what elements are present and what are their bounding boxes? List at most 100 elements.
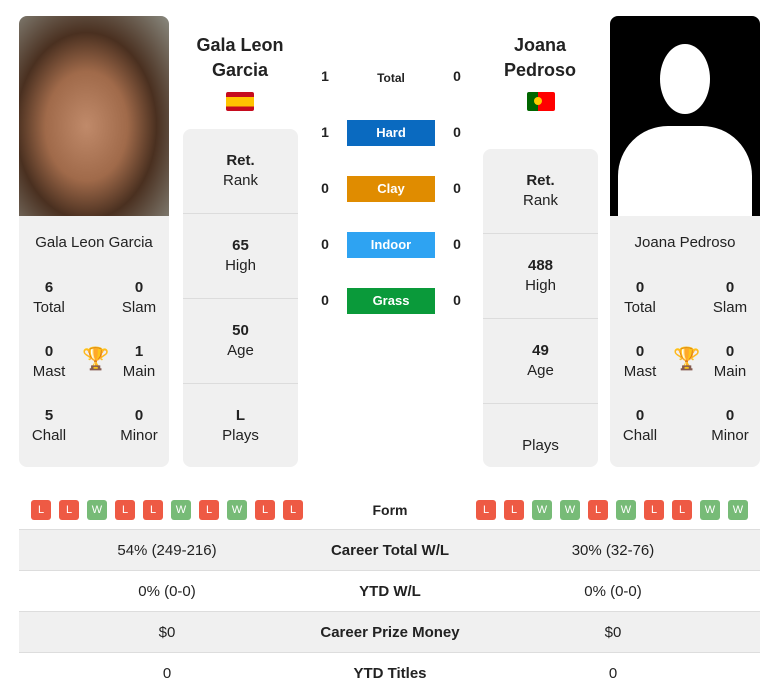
p1-mast: 0: [44, 343, 54, 360]
p1-slam: 0: [134, 279, 144, 296]
p1-main: 1: [134, 343, 144, 360]
p1-slam-label: Slam: [121, 299, 157, 316]
player1-photo: [19, 16, 169, 216]
rank-row-plays: L Plays: [183, 384, 298, 468]
p1-chall: 5: [44, 407, 54, 424]
p1-main-label: Main: [122, 363, 156, 380]
surface-total-label: Total: [377, 71, 405, 85]
p2-slam: 0: [725, 279, 735, 296]
player1-rank-card: Ret. Rank 65 High 50 Age L Plays: [183, 129, 298, 467]
p2-main: 0: [725, 343, 735, 360]
form-badge-win[interactable]: W: [560, 500, 580, 520]
p1-chall-label: Chall: [31, 427, 67, 444]
rank-row-rank: Ret. Rank: [183, 129, 298, 214]
player1-age-label: Age: [227, 342, 254, 359]
p2-main-label: Main: [713, 363, 747, 380]
p1-value: $0: [158, 624, 176, 641]
form-badge-loss[interactable]: L: [199, 500, 219, 520]
player2-photo-placeholder: [610, 16, 760, 216]
p2-chall: 0: [635, 407, 645, 424]
player1-plays-value: L: [235, 407, 246, 424]
player1-info-card: Gala Leon Garcia 6 Total 0 Slam 0 Mast 🏆 1 M…: [19, 216, 169, 467]
h2h-p2-hard: 0: [453, 124, 461, 140]
stats-table-row: 0% (0-0) YTD W/L 0% (0-0): [19, 570, 760, 612]
player2-age-label: Age: [527, 362, 554, 379]
stats-table-row: 0 YTD Titles 0: [19, 652, 760, 694]
form-badge-loss[interactable]: L: [504, 500, 524, 520]
player1-rank-value: Ret.: [226, 152, 255, 169]
rank-row-age: 50 Age: [183, 299, 298, 384]
form-badge-loss[interactable]: L: [588, 500, 608, 520]
player1-plays-label: Plays: [222, 427, 259, 444]
player1-age-value: 50: [232, 322, 249, 339]
row-label: Career Prize Money: [320, 624, 460, 641]
form-badge-loss[interactable]: L: [255, 500, 275, 520]
p2-value: $0: [604, 624, 622, 641]
surface-grass-button[interactable]: Grass: [347, 288, 435, 314]
player2-rank-label: Rank: [522, 192, 559, 209]
p2-value: 30% (32-76): [571, 542, 655, 559]
form-badge-loss[interactable]: L: [283, 500, 303, 520]
player2-high-value: 488: [527, 257, 554, 274]
player2-plays-label: Plays: [522, 437, 559, 454]
player1-rank-label: Rank: [222, 172, 259, 189]
form-badge-win[interactable]: W: [616, 500, 636, 520]
player2-rank-value: Ret.: [526, 172, 555, 189]
rank-row-rank: Ret. Rank: [483, 149, 598, 234]
form-badge-loss[interactable]: L: [672, 500, 692, 520]
rank-row-age: 49 Age: [483, 319, 598, 404]
player2-high-label: High: [525, 277, 556, 294]
h2h-p1-indoor: 0: [321, 236, 329, 252]
p2-minor: 0: [725, 407, 735, 424]
p2-mast-label: Mast: [623, 363, 657, 380]
form-badge-win[interactable]: W: [700, 500, 720, 520]
player1-high-value: 65: [232, 237, 249, 254]
form-badge-win[interactable]: W: [532, 500, 552, 520]
p2-value: 0: [608, 665, 618, 682]
h2h-p2-indoor: 0: [453, 236, 461, 252]
h2h-p1-grass: 0: [321, 292, 329, 308]
form-badge-loss[interactable]: L: [476, 500, 496, 520]
player2-info-card: Joana Pedroso 0 Total 0 Slam 0 Mast 🏆 0 Main…: [610, 216, 760, 467]
row-label: Career Total W/L: [330, 542, 450, 559]
trophy-icon: 🏆: [82, 346, 110, 371]
surface-clay-button[interactable]: Clay: [347, 176, 435, 202]
form-badge-loss[interactable]: L: [115, 500, 135, 520]
trophy-icon: 🏆: [673, 346, 701, 371]
player2-title[interactable]: Joana Pedroso: [465, 33, 615, 83]
portugal-flag-icon: [527, 92, 555, 111]
h2h-p2-clay: 0: [453, 180, 461, 196]
rank-row-plays: Plays: [483, 404, 598, 488]
rank-row-high: 65 High: [183, 214, 298, 299]
form-label: Form: [372, 502, 408, 518]
h2h-p1-hard: 1: [321, 124, 329, 140]
p1-total: 6: [44, 279, 54, 296]
p2-minor-label: Minor: [711, 427, 749, 444]
rank-row-high: 488 High: [483, 234, 598, 319]
row-label: YTD Titles: [353, 665, 427, 682]
form-badge-win[interactable]: W: [227, 500, 247, 520]
form-badge-loss[interactable]: L: [644, 500, 664, 520]
p2-total: 0: [635, 279, 645, 296]
form-badge-loss[interactable]: L: [31, 500, 51, 520]
form-badge-win[interactable]: W: [728, 500, 748, 520]
p2-chall-label: Chall: [622, 427, 658, 444]
p1-value: 54% (249-216): [117, 542, 217, 559]
surface-hard-button[interactable]: Hard: [347, 120, 435, 146]
form-badge-win[interactable]: W: [87, 500, 107, 520]
p1-mast-label: Mast: [32, 363, 66, 380]
p2-value: 0% (0-0): [584, 583, 642, 600]
surface-indoor-button[interactable]: Indoor: [347, 232, 435, 258]
player2-name: Joana Pedroso: [634, 234, 736, 251]
p1-value: 0: [162, 665, 172, 682]
player1-name: Gala Leon Garcia: [35, 234, 153, 251]
p1-total-label: Total: [33, 299, 65, 316]
form-badge-loss[interactable]: L: [59, 500, 79, 520]
spain-flag-icon: [226, 92, 254, 111]
p2-total-label: Total: [624, 299, 656, 316]
player1-high-label: High: [225, 257, 256, 274]
p2-mast: 0: [635, 343, 645, 360]
player1-title[interactable]: Gala Leon Garcia: [165, 33, 315, 83]
form-badge-loss[interactable]: L: [143, 500, 163, 520]
form-badge-win[interactable]: W: [171, 500, 191, 520]
